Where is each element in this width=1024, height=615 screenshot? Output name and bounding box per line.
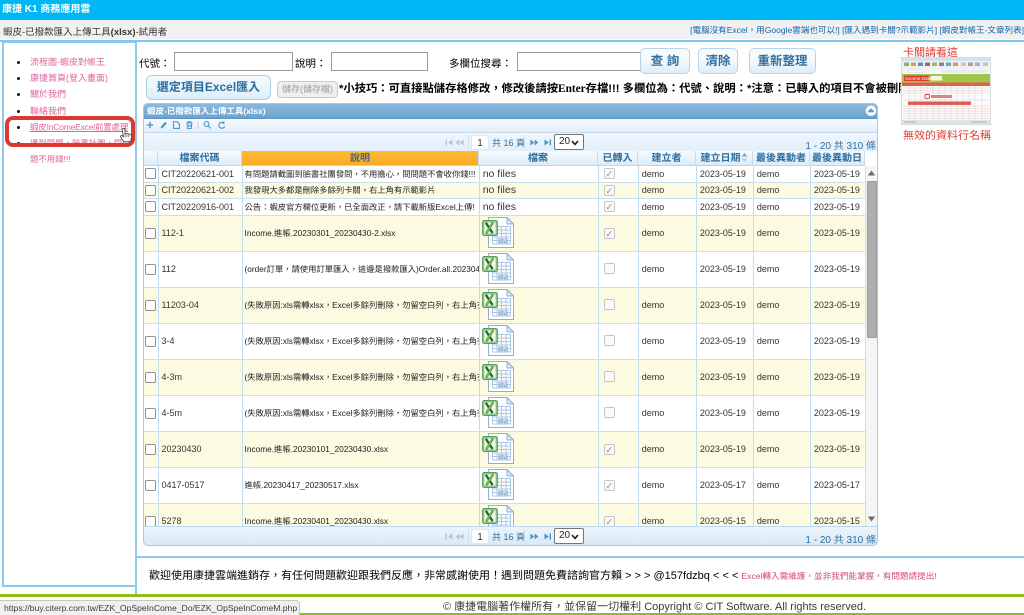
svg-text:Income-Date: Income-Date [905,76,932,81]
